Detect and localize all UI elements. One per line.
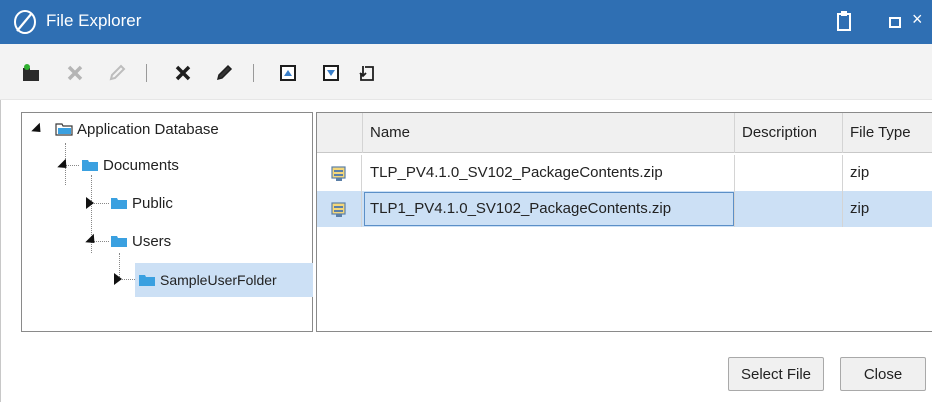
tree-expander[interactable] bbox=[31, 122, 45, 137]
column-header-file-type[interactable]: File Type bbox=[843, 113, 932, 153]
file-name-cell[interactable]: TLP1_PV4.1.0_SV102_PackageContents.zip bbox=[363, 191, 735, 227]
folder-icon bbox=[139, 275, 155, 286]
tree-node-label: SampleUserFolder bbox=[160, 272, 277, 288]
grid-header-icon-column bbox=[317, 113, 363, 153]
tree-expander[interactable] bbox=[86, 197, 94, 209]
tree-node-documents[interactable]: Documents bbox=[81, 153, 179, 177]
pencil-icon bbox=[216, 64, 233, 81]
pencil-icon bbox=[109, 64, 126, 81]
file-type-cell: zip bbox=[850, 164, 870, 181]
toolbar-separator bbox=[146, 64, 147, 82]
zip-file-icon bbox=[317, 191, 362, 227]
tree-node-application-database[interactable]: Application Database bbox=[55, 117, 219, 141]
upload-button[interactable] bbox=[277, 62, 299, 84]
folder-icon bbox=[111, 198, 127, 209]
close-icon bbox=[175, 65, 191, 81]
table-row-selected[interactable]: TLP1_PV4.1.0_SV102_PackageContents.zip z… bbox=[317, 191, 932, 227]
folder-icon bbox=[82, 160, 98, 171]
tree-node-label: Public bbox=[132, 194, 173, 212]
tree-node-sampleuserfolder[interactable]: SampleUserFolder bbox=[135, 263, 313, 297]
toolbar bbox=[0, 44, 932, 100]
rename-folder-button[interactable] bbox=[106, 62, 128, 84]
title-bar: File Explorer × bbox=[0, 0, 932, 44]
new-folder-button[interactable] bbox=[21, 62, 43, 84]
tree-node-label: Application Database bbox=[77, 120, 219, 138]
zip-file-icon bbox=[317, 155, 362, 191]
import-button[interactable] bbox=[356, 62, 378, 84]
column-header-name[interactable]: Name bbox=[363, 113, 735, 153]
orbit-logo-icon bbox=[14, 10, 36, 34]
tree-node-label: Users bbox=[132, 232, 172, 250]
file-description-cell bbox=[735, 155, 843, 191]
folder-icon bbox=[55, 123, 73, 136]
download-icon bbox=[323, 65, 339, 81]
tree-node-users[interactable]: Users bbox=[110, 229, 171, 253]
tree-node-public[interactable]: Public bbox=[110, 191, 173, 215]
table-row[interactable]: TLP_PV4.1.0_SV102_PackageContents.zip zi… bbox=[317, 155, 932, 191]
file-grid: Name Description File Type TLP_PV4.1.0_S… bbox=[316, 112, 932, 332]
delete-file-button[interactable] bbox=[172, 62, 194, 84]
maximize-button[interactable] bbox=[889, 17, 901, 28]
file-description-cell bbox=[735, 191, 843, 227]
folder-tree: Application Database Documents Public Us… bbox=[21, 112, 313, 332]
clipboard-icon[interactable] bbox=[836, 10, 852, 32]
new-folder-icon bbox=[23, 64, 39, 81]
rename-file-button[interactable] bbox=[213, 62, 235, 84]
import-icon bbox=[359, 66, 374, 81]
close-window-button[interactable]: × bbox=[912, 9, 923, 30]
column-header-description[interactable]: Description bbox=[735, 113, 843, 153]
delete-folder-button[interactable] bbox=[64, 62, 86, 84]
window-title: File Explorer bbox=[46, 11, 142, 30]
folder-icon bbox=[111, 236, 127, 247]
tree-expander[interactable] bbox=[85, 233, 99, 248]
tree-expander[interactable] bbox=[57, 158, 71, 173]
file-type-cell: zip bbox=[850, 200, 870, 217]
close-button[interactable]: Close bbox=[840, 357, 926, 391]
toolbar-separator bbox=[253, 64, 254, 82]
tree-expander[interactable] bbox=[114, 273, 122, 285]
select-file-button[interactable]: Select File bbox=[728, 357, 824, 391]
file-name-cell[interactable]: TLP_PV4.1.0_SV102_PackageContents.zip bbox=[363, 155, 735, 191]
download-button[interactable] bbox=[320, 62, 342, 84]
grid-header: Name Description File Type bbox=[317, 113, 932, 153]
tree-node-label: Documents bbox=[103, 156, 179, 174]
upload-icon bbox=[280, 65, 296, 81]
window-border bbox=[0, 100, 1, 402]
close-icon bbox=[67, 65, 83, 81]
